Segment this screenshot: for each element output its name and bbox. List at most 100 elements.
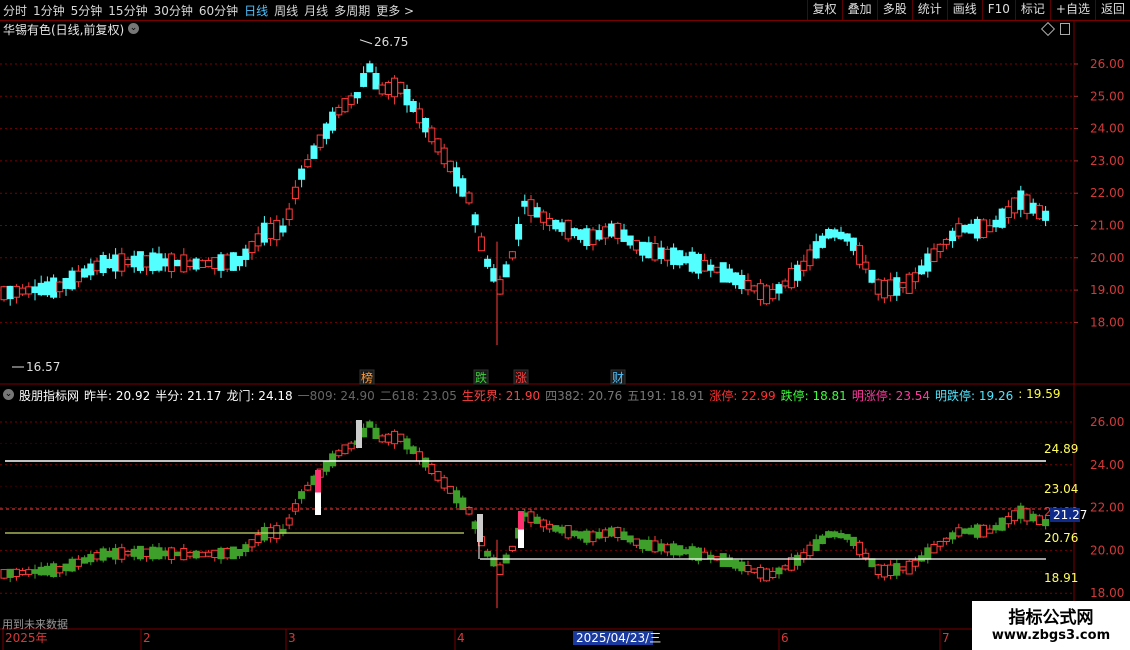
ind-candle-body — [217, 547, 225, 560]
ind-candle-body — [756, 567, 764, 579]
candle-body — [372, 73, 380, 90]
window-icon[interactable] — [1060, 23, 1070, 35]
ind-candle-body — [130, 548, 138, 557]
ind-candle-body — [118, 547, 126, 560]
candle-body — [316, 134, 324, 148]
candle-body — [657, 247, 665, 259]
kline-chart[interactable]: 26.00 25.00 24.00 23.00 22.00 21.00 20.00 19.00… — [0, 0, 1130, 650]
candle-body — [192, 258, 200, 270]
candle-body — [756, 283, 764, 301]
candle-body — [0, 286, 8, 301]
ind-candle-body — [601, 529, 609, 538]
candle-body — [391, 77, 399, 98]
ind-candle-body — [223, 548, 231, 559]
candle-body — [477, 236, 485, 252]
y-tick-label: 25.00 — [1090, 89, 1124, 103]
highlight-bar — [518, 511, 524, 530]
candle-body — [558, 222, 566, 232]
ind-candle-body — [391, 430, 399, 445]
high-label: 26.75 — [374, 35, 408, 49]
ind-candle-body — [180, 547, 188, 561]
ind-candle-body — [248, 539, 256, 548]
candle-body — [105, 258, 113, 269]
ind-candle-body — [298, 491, 306, 499]
candle-body — [279, 225, 287, 233]
ind-candle-body — [577, 531, 585, 539]
candle-body — [620, 229, 628, 242]
ind-candle-body — [670, 543, 678, 556]
ind-candle-body — [205, 551, 213, 557]
candle-body — [663, 248, 671, 261]
stock-title: 华锡有色(日线,前复权) — [3, 23, 125, 37]
y-tick-label: 20.00 — [1090, 251, 1124, 265]
ind-candle-body — [781, 565, 789, 570]
candle-body — [62, 278, 70, 289]
ind-candle-body — [25, 569, 33, 575]
candle-body — [942, 238, 950, 245]
ind-candle-body — [143, 548, 151, 558]
ind-candle-body — [415, 451, 423, 462]
candle-body — [198, 260, 206, 268]
ind-candle-body — [980, 524, 988, 538]
ind-candle-body — [539, 519, 547, 528]
ind-candle-body — [955, 527, 963, 537]
candle-body — [973, 218, 981, 239]
candle-body — [825, 229, 833, 239]
ind-candle-body — [738, 561, 746, 572]
candle-body — [136, 251, 144, 271]
chevron-down-icon[interactable]: ⌄ — [128, 23, 139, 34]
candle-body — [167, 253, 175, 272]
ind-candle-body — [99, 548, 107, 561]
candle-body — [1023, 194, 1031, 214]
candle-body — [118, 253, 126, 272]
candle-body — [992, 219, 1000, 228]
ind-candle-body — [986, 528, 994, 534]
ind-candle-body — [645, 539, 653, 551]
candle-body — [130, 255, 138, 268]
ind-candle-body — [763, 568, 771, 582]
candle-body — [186, 260, 194, 268]
candle-body — [353, 92, 361, 99]
watermark-title: 指标公式网 — [1008, 608, 1094, 628]
ind-candle-body — [236, 548, 244, 557]
ind-candle-body — [967, 527, 975, 535]
indicator-name[interactable]: 股朋指标网 — [19, 387, 79, 404]
ind-candle-body — [849, 536, 857, 547]
ind-candle-body — [843, 534, 851, 540]
candle-body — [800, 260, 808, 271]
ind-candle-body — [384, 433, 392, 443]
indicator-value-next-limit-down: 明跌停: 19.26 — [935, 389, 1014, 403]
candle-body — [539, 211, 547, 223]
ind-candle-body — [818, 535, 826, 545]
candle-body — [713, 266, 721, 273]
watermark-url: www.zbgs3.com — [991, 628, 1111, 643]
ind-candle-body — [508, 545, 516, 552]
y-tick-label: 26.00 — [1090, 57, 1124, 71]
candle-body — [577, 229, 585, 240]
ind-candle-body — [893, 563, 901, 576]
indicator-header: ⌄ 股朋指标网 昨半: 20.92 半分: 21.17 龙门: 24.18 一8… — [3, 387, 1065, 404]
ind-candle-body — [930, 544, 938, 554]
highlight-bar — [315, 470, 321, 493]
candle-body — [453, 167, 461, 187]
ind-candle-body — [1042, 519, 1050, 527]
candle-body — [936, 243, 944, 253]
candle-body — [651, 243, 659, 261]
ind-candle-body — [167, 547, 175, 560]
ind-candle-body — [329, 453, 337, 467]
ind-candle-body — [651, 540, 659, 553]
low-label: 16.57 — [26, 360, 60, 374]
ind-candle-body — [831, 531, 839, 538]
candle-body — [341, 98, 349, 113]
candle-body — [236, 255, 244, 267]
ind-candle-body — [527, 511, 535, 523]
ind-candle-body — [564, 525, 572, 539]
ind-candle-body — [19, 569, 27, 575]
candle-body — [508, 251, 516, 259]
ind-candle-body — [149, 546, 157, 560]
candle-body — [347, 95, 355, 105]
candle-body — [25, 286, 33, 295]
chevron-down-icon[interactable]: ⌄ — [3, 389, 14, 400]
candle-body — [403, 88, 411, 106]
highlight-bar — [477, 514, 483, 542]
